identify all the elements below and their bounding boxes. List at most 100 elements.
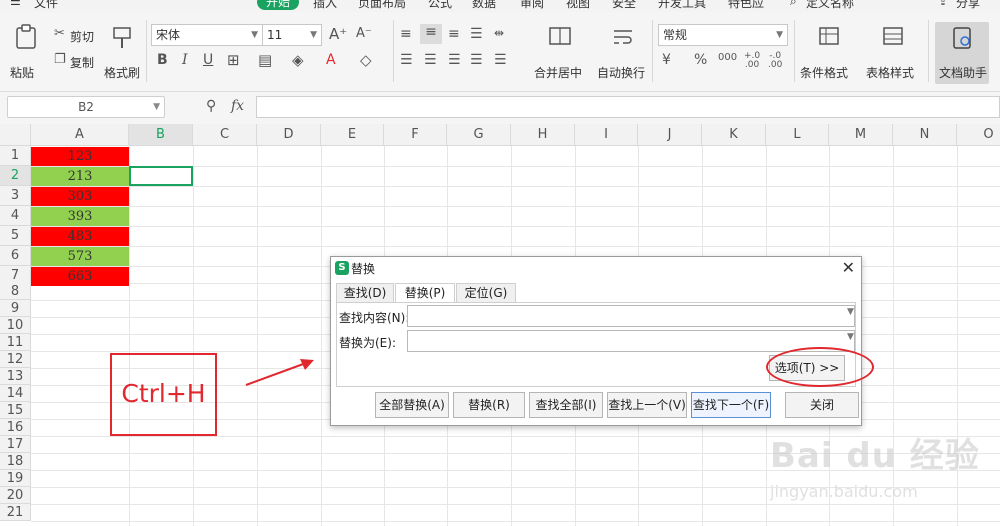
distribute-icon[interactable]: ⇹ <box>494 26 504 40</box>
merge-center-button[interactable]: 合并居中 <box>532 22 588 84</box>
column-header-j[interactable]: J <box>638 124 702 146</box>
font-size-select[interactable]: 11 ▼ <box>262 24 322 46</box>
column-header-m[interactable]: M <box>829 124 893 146</box>
menu-start[interactable]: 开始 <box>257 0 299 10</box>
table-style-button[interactable]: 表格样式 <box>866 22 922 84</box>
column-header-d[interactable]: D <box>257 124 321 146</box>
menu-hamburger-icon[interactable]: ☰ <box>10 0 21 8</box>
row-header[interactable]: 20 <box>0 487 31 504</box>
row-header[interactable]: 10 <box>0 317 31 334</box>
row-header[interactable]: 13 <box>0 368 31 385</box>
column-header-h[interactable]: H <box>511 124 575 146</box>
column-header-a[interactable]: A <box>31 124 129 146</box>
find-all-button[interactable]: 查找全部(I) <box>529 392 603 418</box>
format-painter-button[interactable]: 格式刷 <box>104 22 140 84</box>
row-header[interactable]: 1 <box>0 146 31 166</box>
share-icon[interactable]: ⇪ <box>938 0 948 8</box>
menu-dev-tools[interactable]: 开发工具 <box>658 0 706 11</box>
distributed-align-icon[interactable]: ☰ <box>494 52 507 68</box>
row-header[interactable]: 2 <box>0 166 31 186</box>
column-header-l[interactable]: L <box>766 124 829 146</box>
menu-insert[interactable]: 插入 <box>313 0 337 11</box>
replace-button[interactable]: 替换(R) <box>453 392 525 418</box>
row-header[interactable]: 11 <box>0 334 31 351</box>
column-header-c[interactable]: C <box>193 124 257 146</box>
row-header[interactable]: 4 <box>0 206 31 226</box>
increase-decimal-icon[interactable]: +.0.00 <box>744 52 760 70</box>
cell-a6[interactable]: 573 <box>31 247 129 266</box>
justify-icon[interactable]: ☰ <box>470 52 483 68</box>
underline-icon[interactable]: U <box>203 52 213 68</box>
fx-icon[interactable]: fx <box>231 98 244 114</box>
menu-review[interactable]: 审阅 <box>520 0 544 11</box>
border-icon[interactable]: ⊞ <box>227 51 240 69</box>
column-header-f[interactable]: F <box>384 124 447 146</box>
row-header[interactable]: 5 <box>0 226 31 246</box>
currency-icon[interactable]: ¥ <box>662 52 671 68</box>
search-icon[interactable]: ⌕ <box>790 0 797 9</box>
align-middle-icon[interactable]: ≡ <box>420 24 442 44</box>
row-header[interactable]: 12 <box>0 351 31 368</box>
cell-a3[interactable]: 303 <box>31 187 129 206</box>
fill-color-icon[interactable]: ◈ <box>292 51 304 69</box>
menu-formula[interactable]: 公式 <box>428 0 452 11</box>
close-button[interactable]: 关闭 <box>785 392 859 418</box>
tab-find[interactable]: 查找(D) <box>336 283 394 303</box>
menu-page-layout[interactable]: 页面布局 <box>358 0 406 11</box>
selected-cell-b2[interactable] <box>129 166 193 186</box>
column-header-o[interactable]: O <box>957 124 1000 146</box>
cell-a1[interactable]: 123 <box>31 147 129 166</box>
close-icon[interactable]: ✕ <box>842 258 855 277</box>
row-header[interactable]: 21 <box>0 504 31 521</box>
row-header[interactable]: 19 <box>0 470 31 487</box>
menu-security[interactable]: 安全 <box>612 0 636 11</box>
percent-icon[interactable]: % <box>694 52 707 68</box>
cell-a7[interactable]: 663 <box>31 267 129 286</box>
conditional-format-button[interactable]: 条件格式 <box>800 22 858 84</box>
font-name-select[interactable]: 宋体 ▼ <box>151 24 263 46</box>
menu-share[interactable]: 分享 <box>956 0 980 11</box>
align-right-icon[interactable]: ☰ <box>448 52 461 68</box>
thousands-icon[interactable]: 000 <box>718 52 737 63</box>
name-box[interactable]: B2 ▼ <box>7 96 165 118</box>
column-header-b[interactable]: B <box>129 124 193 146</box>
font-color-icon[interactable]: A <box>326 52 336 68</box>
row-header[interactable]: 15 <box>0 402 31 419</box>
row-header[interactable]: 3 <box>0 186 31 206</box>
cell-a2[interactable]: 213 <box>31 167 129 186</box>
cut-button[interactable]: 剪切 <box>70 28 94 45</box>
row-header[interactable]: 17 <box>0 436 31 453</box>
align-left-icon[interactable]: ☰ <box>400 52 413 68</box>
row-header[interactable]: 9 <box>0 300 31 317</box>
align-center-icon[interactable]: ☰ <box>424 52 437 68</box>
cell-a5[interactable]: 483 <box>31 227 129 246</box>
cell-a4[interactable]: 393 <box>31 207 129 226</box>
find-input[interactable] <box>407 305 855 327</box>
column-header-g[interactable]: G <box>447 124 511 146</box>
formula-input[interactable] <box>256 96 1000 118</box>
eraser-icon[interactable]: ◇ <box>360 51 372 69</box>
menu-data[interactable]: 数据 <box>472 0 496 11</box>
select-all-corner[interactable] <box>0 124 31 146</box>
paste-button[interactable]: 粘贴 <box>8 22 44 84</box>
align-bottom-icon[interactable]: ≡ <box>448 26 460 42</box>
tab-goto[interactable]: 定位(G) <box>456 283 516 303</box>
replace-input[interactable] <box>407 330 855 352</box>
chevron-down-icon[interactable]: ▼ <box>847 332 854 342</box>
row-header[interactable]: 14 <box>0 385 31 402</box>
wrap-text-button[interactable]: 自动换行 <box>597 22 649 84</box>
indent-icon[interactable]: ☰ <box>470 26 483 42</box>
find-previous-button[interactable]: 查找上一个(V) <box>607 392 687 418</box>
tab-replace[interactable]: 替换(P) <box>395 283 455 304</box>
row-header[interactable]: 16 <box>0 419 31 436</box>
font-shrink-icon[interactable]: A⁻ <box>356 26 372 41</box>
align-top-icon[interactable]: ≡ <box>400 26 412 42</box>
menu-file[interactable]: 文件 <box>34 0 58 11</box>
column-header-k[interactable]: K <box>702 124 766 146</box>
chevron-down-icon[interactable]: ▼ <box>847 307 854 317</box>
number-format-select[interactable]: 常规 ▼ <box>658 24 788 46</box>
italic-icon[interactable]: I <box>182 52 188 68</box>
doc-assistant-button[interactable]: 文档助手 <box>935 22 989 84</box>
row-header[interactable]: 8 <box>0 283 31 300</box>
row-header[interactable]: 6 <box>0 246 31 266</box>
